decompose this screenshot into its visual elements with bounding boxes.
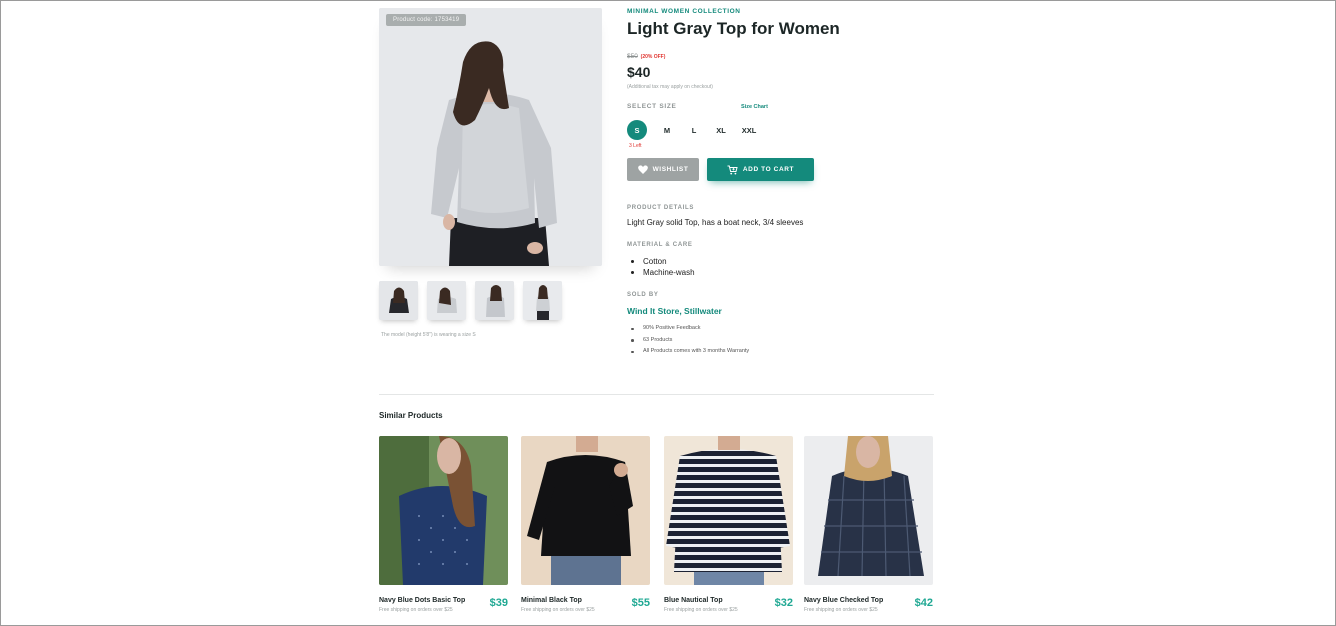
heart-icon xyxy=(637,165,648,174)
thumbnail[interactable] xyxy=(475,281,514,320)
thumbnail[interactable] xyxy=(523,281,562,320)
similar-product-image[interactable] xyxy=(664,436,793,585)
product-details-label: PRODUCT DETAILS xyxy=(627,205,695,211)
wishlist-button[interactable]: WISHLIST xyxy=(627,158,699,181)
original-price: $50 xyxy=(627,53,638,60)
size-option-s[interactable]: S xyxy=(627,120,647,140)
thumbnail-photo xyxy=(379,281,418,320)
product-photo xyxy=(379,436,508,585)
list-item: 63 Products xyxy=(631,335,749,347)
similar-products-title: Similar Products xyxy=(379,411,443,420)
discount-badge: (20% OFF) xyxy=(640,54,666,60)
similar-product-card[interactable]: Navy Blue Dots Basic Top Free shipping o… xyxy=(379,436,508,613)
current-price: $40 xyxy=(627,64,651,80)
seller-facts: 90% Positive Feedback 63 Products All Pr… xyxy=(631,323,749,358)
material-care-label: MATERIAL & CARE xyxy=(627,242,693,248)
model-size-note: The model (height 5'8") is wearing a siz… xyxy=(381,332,476,338)
similar-product-name[interactable]: Navy Blue Checked Top xyxy=(804,597,883,604)
size-option-m[interactable]: M xyxy=(657,120,677,140)
similar-product-card[interactable]: Navy Blue Checked Top Free shipping on o… xyxy=(804,436,933,613)
similar-product-shipping: Free shipping on orders over $25 xyxy=(804,607,878,613)
thumbnail-photo xyxy=(427,281,466,320)
size-option-xxl[interactable]: XXL xyxy=(739,120,759,140)
stock-note: 3 Left xyxy=(629,143,642,149)
material-care-list: Cotton Machine-wash xyxy=(631,256,695,278)
product-details-text: Light Gray solid Top, has a boat neck, 3… xyxy=(627,218,804,227)
product-photo xyxy=(664,436,793,585)
product-code-badge: Product code: 1753419 xyxy=(386,14,467,26)
section-divider xyxy=(379,394,934,395)
size-selector: S M L XL XXL xyxy=(627,120,765,140)
list-item: Machine-wash xyxy=(631,267,695,278)
product-photo xyxy=(804,436,933,585)
collection-link[interactable]: MINIMAL WOMEN COLLECTION xyxy=(627,8,741,15)
similar-product-price: $55 xyxy=(631,597,650,609)
similar-product-card[interactable]: Minimal Black Top Free shipping on order… xyxy=(521,436,650,613)
size-section-label: SELECT SIZE xyxy=(627,103,677,110)
similar-product-name[interactable]: Blue Nautical Top xyxy=(664,597,723,604)
wishlist-label: WISHLIST xyxy=(652,166,689,173)
similar-product-price: $42 xyxy=(914,597,933,609)
add-to-cart-label: ADD TO CART xyxy=(742,166,795,173)
similar-product-image[interactable] xyxy=(804,436,933,585)
product-photo xyxy=(521,436,650,585)
thumbnail-photo xyxy=(523,281,562,320)
product-title: Light Gray Top for Women xyxy=(627,19,840,38)
similar-product-card[interactable]: Blue Nautical Top Free shipping on order… xyxy=(664,436,793,613)
product-main-image[interactable]: Product code: 1753419 xyxy=(379,8,602,266)
size-chart-link[interactable]: Size Chart xyxy=(741,104,768,110)
tax-note: (Additional tax may apply on checkout) xyxy=(627,84,713,90)
similar-product-price: $39 xyxy=(489,597,508,609)
add-to-cart-button[interactable]: ADD TO CART xyxy=(707,158,814,181)
thumbnail-photo xyxy=(475,281,514,320)
seller-link[interactable]: Wind It Store, Stillwater xyxy=(627,306,722,316)
similar-product-image[interactable] xyxy=(521,436,650,585)
similar-product-shipping: Free shipping on orders over $25 xyxy=(664,607,738,613)
similar-product-shipping: Free shipping on orders over $25 xyxy=(379,607,453,613)
list-item: Cotton xyxy=(631,256,695,267)
list-item: All Products comes with 3 months Warrant… xyxy=(631,346,749,358)
similar-product-shipping: Free shipping on orders over $25 xyxy=(521,607,595,613)
thumbnail[interactable] xyxy=(427,281,466,320)
cart-icon xyxy=(727,165,738,174)
sold-by-label: SOLD BY xyxy=(627,292,659,298)
thumbnail-strip xyxy=(379,281,562,320)
size-option-l[interactable]: L xyxy=(684,120,704,140)
similar-product-image[interactable] xyxy=(379,436,508,585)
thumbnail[interactable] xyxy=(379,281,418,320)
similar-product-name[interactable]: Minimal Black Top xyxy=(521,597,582,604)
size-option-xl[interactable]: XL xyxy=(711,120,731,140)
model-photo xyxy=(379,8,602,266)
old-price-row: $50 (20% OFF) xyxy=(627,53,665,60)
similar-product-name[interactable]: Navy Blue Dots Basic Top xyxy=(379,597,465,604)
list-item: 90% Positive Feedback xyxy=(631,323,749,335)
similar-product-price: $32 xyxy=(774,597,793,609)
